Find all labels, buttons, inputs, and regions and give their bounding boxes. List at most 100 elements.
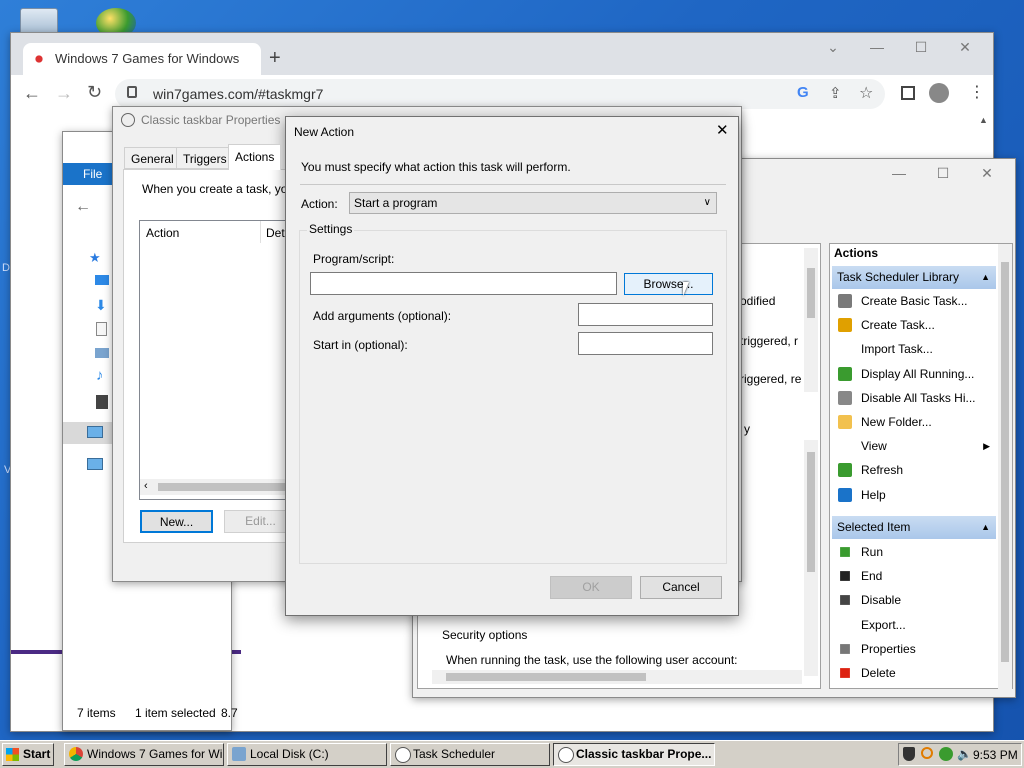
tab-panel: When you create a task, you Action Deta …	[123, 169, 303, 543]
address-bar[interactable]: win7games.com/#taskmgr7 G ⇪ ☆	[115, 79, 885, 109]
side-panel-icon[interactable]	[901, 86, 915, 100]
new-action-button[interactable]: New...	[140, 510, 213, 533]
collapse-icon[interactable]: ▲	[981, 266, 990, 289]
close-icon[interactable]: ✕	[943, 39, 987, 56]
tab-triggers[interactable]: Triggers	[176, 147, 234, 169]
music-folder-icon[interactable]: ♪	[96, 367, 104, 384]
volume-tray-icon[interactable]: 🔈	[957, 747, 972, 761]
network-icon[interactable]	[87, 458, 103, 470]
settings-label: Settings	[307, 222, 355, 236]
library-action-1[interactable]: Create Task...	[832, 313, 996, 337]
selected-action-label: Delete	[861, 666, 896, 680]
google-icon[interactable]: G	[797, 84, 809, 101]
downloads-folder-icon[interactable]: ⬇	[95, 297, 107, 314]
action-label: Action:	[301, 197, 338, 211]
tab-actions[interactable]: Actions	[228, 144, 282, 170]
library-action-6[interactable]: View ▶	[832, 434, 996, 458]
actions-list[interactable]: Action Deta ‹	[139, 220, 294, 500]
selected-action-label: Properties	[861, 641, 916, 656]
taskbar-button-properties[interactable]: Classic taskbar Prope...	[553, 743, 715, 766]
new-tab-icon[interactable]: +	[269, 47, 281, 70]
maximize-icon[interactable]: ☐	[899, 39, 943, 56]
selected-action-4[interactable]: Properties	[832, 637, 996, 661]
documents-folder-icon[interactable]	[96, 322, 107, 336]
browse-button[interactable]: Browse...	[624, 273, 713, 295]
col-action-header[interactable]: Action	[146, 226, 179, 240]
taskbar-button-scheduler[interactable]: Task Scheduler	[390, 743, 550, 766]
browser-window-controls: ⌄ — ☐ ✕	[811, 39, 987, 56]
library-action-4[interactable]: Disable All Tasks Hi...	[832, 386, 996, 410]
scheduler-maximize-icon[interactable]: ☐	[921, 165, 965, 182]
reload-icon[interactable]: ↻	[87, 82, 102, 103]
tab-general[interactable]: General	[124, 147, 181, 169]
library-action-label: New Folder...	[861, 415, 932, 429]
scheduler-close-icon[interactable]: ✕	[965, 165, 1009, 182]
args-input[interactable]	[578, 303, 713, 326]
search-tray-icon[interactable]	[921, 747, 933, 759]
profile-icon[interactable]	[929, 83, 949, 103]
list-hscroll[interactable]: ‹	[140, 479, 293, 495]
quick-access-icon[interactable]: ★	[89, 250, 101, 266]
cancel-button[interactable]: Cancel	[640, 576, 722, 599]
library-section-header[interactable]: Task Scheduler Library ▲	[832, 266, 996, 289]
selected-action-0[interactable]: Run	[832, 540, 996, 564]
library-action-2[interactable]: Import Task...	[832, 337, 996, 361]
actions-vscroll[interactable]	[998, 244, 1012, 690]
desktop-folder-icon[interactable]	[95, 275, 109, 285]
action-select[interactable]: Start a program ∨	[349, 192, 717, 214]
selected-action-5[interactable]: Delete	[832, 661, 996, 685]
network-tray-icon[interactable]	[939, 747, 953, 761]
clock-text: 9:53 PM	[973, 748, 1018, 762]
library-action-7[interactable]: Refresh	[832, 458, 996, 482]
selected-action-2[interactable]: Disable	[832, 588, 996, 612]
dialog-close-icon[interactable]: ✕	[716, 121, 729, 139]
minimize-icon[interactable]: —	[855, 39, 899, 55]
taskbar-button-explorer[interactable]: Local Disk (C:)	[227, 743, 387, 766]
detail-vscroll[interactable]	[804, 440, 818, 676]
list-vscroll[interactable]	[804, 248, 818, 392]
videos-folder-icon[interactable]	[96, 395, 108, 409]
status-selected: 1 item selected	[135, 706, 216, 720]
pictures-folder-icon[interactable]	[95, 348, 109, 358]
new-action-dialog: New Action ✕ You must specify what actio…	[285, 116, 739, 616]
scroll-up-icon[interactable]: ▲	[979, 115, 988, 125]
share-icon[interactable]: ⇪	[829, 84, 842, 102]
library-action-3[interactable]: Display All Running...	[832, 362, 996, 386]
library-action-0[interactable]: Create Basic Task...	[832, 289, 996, 313]
center-hscroll[interactable]	[432, 670, 802, 684]
library-action-5[interactable]: New Folder...	[832, 410, 996, 434]
lock-icon[interactable]	[127, 86, 137, 98]
selected-action-label: End	[861, 569, 883, 584]
taskbar-button-explorer-label: Local Disk (C:)	[250, 747, 329, 761]
url-text: win7games.com/#taskmgr7	[153, 86, 324, 102]
selected-action-1[interactable]: End	[832, 564, 996, 588]
selected-action-3[interactable]: Export...	[832, 613, 996, 637]
tab-title: Windows 7 Games for Windows	[55, 51, 240, 66]
browser-tab[interactable]: Windows 7 Games for Windows	[23, 43, 261, 75]
menu-icon[interactable]: ⋮	[969, 82, 985, 102]
forward-icon[interactable]: →	[55, 83, 73, 104]
library-action-8[interactable]: Help	[832, 483, 996, 507]
program-input[interactable]	[310, 272, 617, 295]
desktop-partial-label: D	[2, 262, 10, 274]
tab-search-icon[interactable]: ⌄	[811, 39, 855, 56]
explorer-back-icon[interactable]: ←	[75, 198, 91, 216]
help-icon	[838, 487, 852, 502]
clock-icon	[395, 747, 411, 763]
startin-input[interactable]	[578, 332, 713, 355]
bookmark-star-icon[interactable]: ☆	[859, 83, 873, 103]
list-text-1: odified	[740, 294, 776, 308]
start-button[interactable]: Start	[2, 743, 54, 766]
collapse-icon[interactable]: ▲	[981, 516, 990, 539]
disable-icon	[840, 595, 850, 606]
security-shield-icon[interactable]	[903, 747, 915, 761]
selected-section-header[interactable]: Selected Item ▲	[832, 516, 996, 539]
taskbar-button-chrome[interactable]: Windows 7 Games for Win...	[64, 743, 224, 766]
scheduler-window-controls: — ☐ ✕	[877, 165, 1009, 182]
section-label: y	[744, 422, 750, 436]
ok-button[interactable]: OK	[550, 576, 632, 599]
scheduler-minimize-icon[interactable]: —	[877, 165, 921, 181]
back-icon[interactable]: ←	[23, 83, 41, 104]
library-action-label: Create Task...	[861, 318, 935, 333]
status-items: 7 items	[77, 706, 116, 720]
